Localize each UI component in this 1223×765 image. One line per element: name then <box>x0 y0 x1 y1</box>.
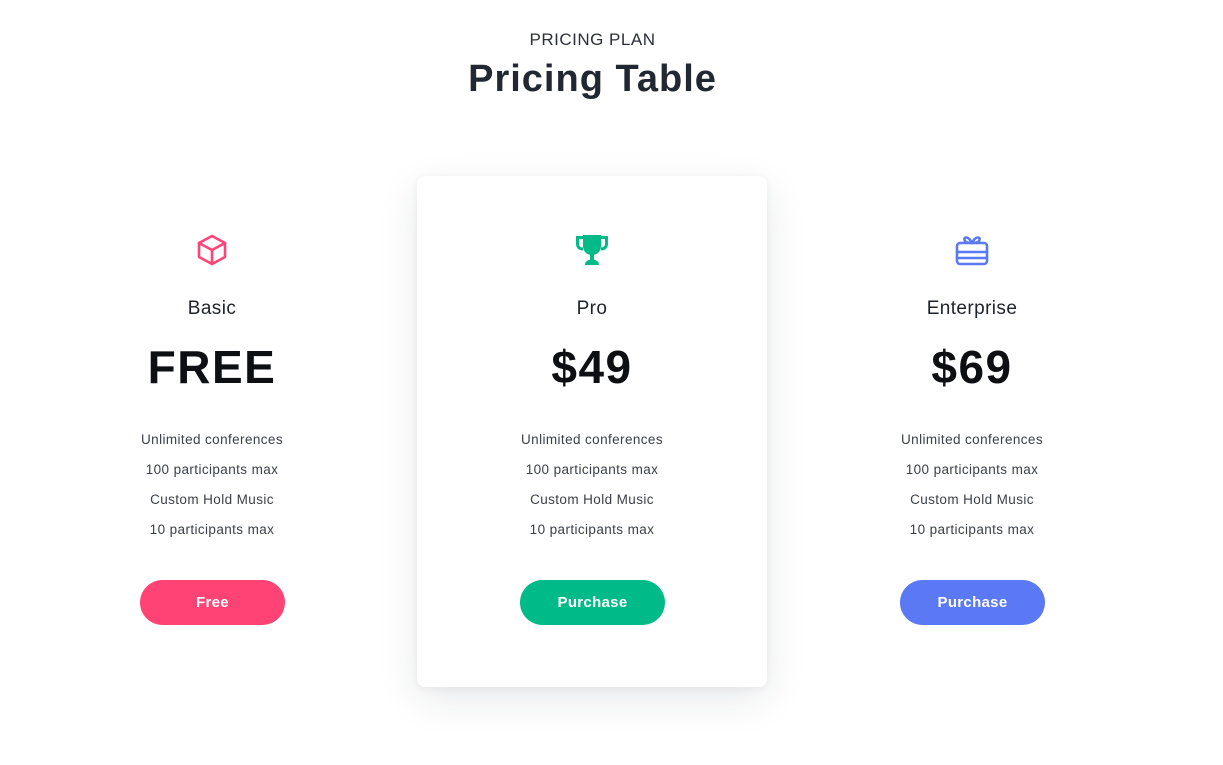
feature-item: Unlimited conferences <box>141 432 283 447</box>
trophy-icon <box>417 232 767 268</box>
plan-card-pro: Pro $49 Unlimited conferences 100 partic… <box>417 176 767 687</box>
feature-item: 100 participants max <box>525 462 659 477</box>
plan-name: Pro <box>576 298 608 319</box>
feature-item: 100 participants max <box>905 462 1039 477</box>
feature-item: 10 participants max <box>909 522 1035 537</box>
feature-list: Unlimited conferences 100 participants m… <box>417 430 767 550</box>
feature-item: 100 participants max <box>145 462 279 477</box>
feature-item: 10 participants max <box>529 522 655 537</box>
feature-item: Custom Hold Music <box>150 492 274 507</box>
feature-list: Unlimited conferences 100 participants m… <box>797 430 1147 550</box>
plan-name: Basic <box>187 298 237 319</box>
gift-card-icon <box>797 232 1147 268</box>
feature-item: Unlimited conferences <box>901 432 1043 447</box>
feature-item: Custom Hold Music <box>910 492 1034 507</box>
feature-item: Unlimited conferences <box>521 432 663 447</box>
plan-price: $49 <box>551 341 633 393</box>
plan-card-basic: Basic FREE Unlimited conferences 100 par… <box>37 176 387 687</box>
purchase-enterprise-button[interactable]: Purchase <box>900 580 1045 625</box>
purchase-pro-button[interactable]: Purchase <box>520 580 665 625</box>
feature-item: Custom Hold Music <box>530 492 654 507</box>
feature-item: 10 participants max <box>149 522 275 537</box>
feature-list: Unlimited conferences 100 participants m… <box>37 430 387 550</box>
plan-name: Enterprise <box>926 298 1018 319</box>
free-button[interactable]: Free <box>140 580 285 625</box>
pricing-plans: Basic FREE Unlimited conferences 100 par… <box>0 0 1223 765</box>
cube-icon <box>37 232 387 268</box>
plan-price: $69 <box>931 341 1013 393</box>
plan-card-enterprise: Enterprise $69 Unlimited conferences 100… <box>797 176 1147 687</box>
plan-price: FREE <box>147 341 277 393</box>
